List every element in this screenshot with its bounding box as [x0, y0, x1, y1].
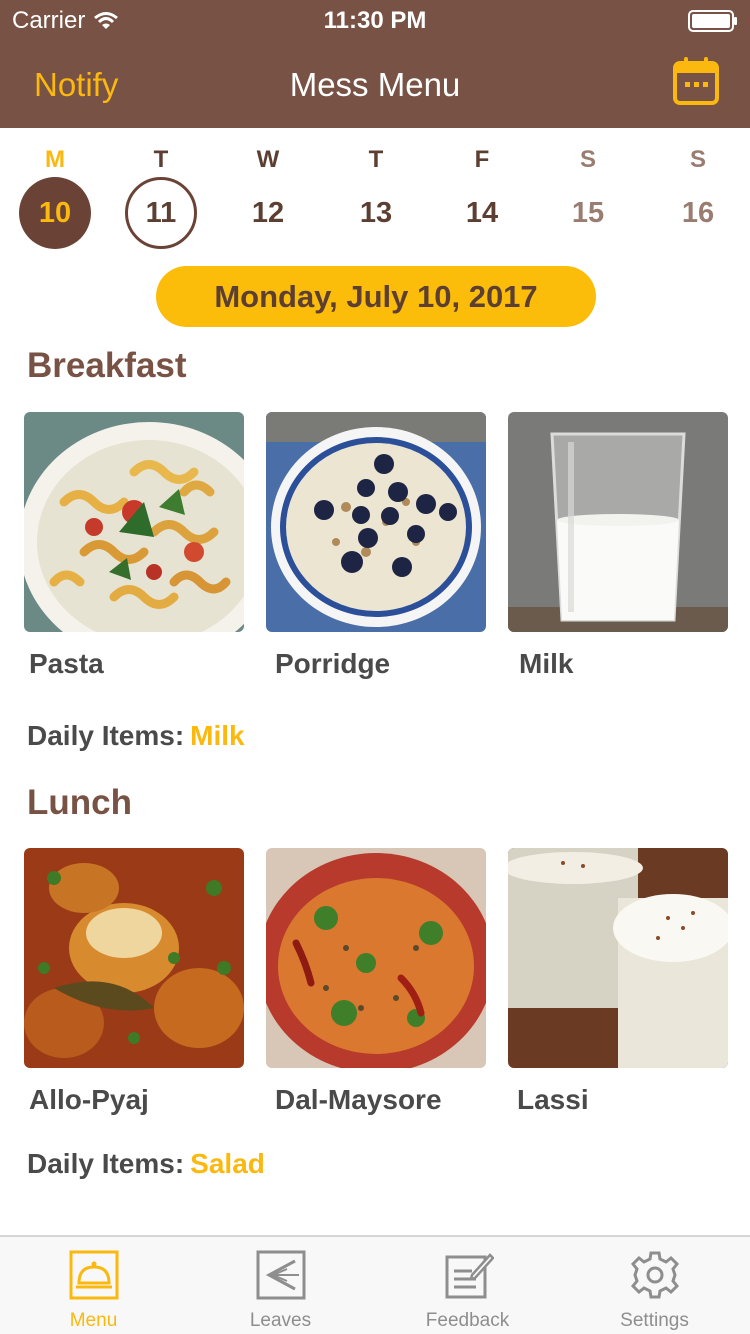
aloo-pyaj-photo[interactable] [24, 848, 244, 1068]
cloche-icon [69, 1250, 119, 1300]
dal-photo[interactable] [266, 848, 486, 1068]
food-name-pasta: Pasta [29, 648, 104, 679]
calendar-icon[interactable] [672, 56, 720, 106]
day-number: 11 [125, 177, 197, 249]
leave-arrow-icon [256, 1250, 306, 1300]
day-friday[interactable]: F 14 [442, 140, 522, 255]
tab-label: Menu [69, 1310, 118, 1331]
day-letter: S [689, 146, 706, 173]
milk-photo[interactable] [508, 412, 728, 632]
day-wednesday[interactable]: W 12 [228, 140, 308, 255]
day-number: 16 [681, 197, 715, 229]
day-letter: T [368, 146, 384, 173]
day-letter: T [153, 146, 169, 173]
day-saturday[interactable]: S 15 [548, 140, 628, 255]
daily-items-value: Milk [190, 720, 245, 751]
daily-items-label: Daily Items: [27, 720, 185, 751]
battery-icon [688, 10, 737, 32]
food-name-aloo-pyaj: Allo-Pyaj [29, 1084, 149, 1115]
breakfast-title: Breakfast [27, 346, 187, 385]
day-letter: M [45, 146, 65, 173]
food-name-milk: Milk [519, 648, 574, 679]
food-name-dal-maysore: Dal-Maysore [275, 1084, 442, 1115]
tab-label: Leaves [249, 1310, 312, 1331]
lassi-photo[interactable] [508, 848, 728, 1068]
day-tuesday[interactable]: T 11 [121, 140, 201, 255]
day-thursday[interactable]: T 13 [336, 140, 416, 255]
selected-date-label: Monday, July 10, 2017 [156, 266, 596, 327]
tab-feedback[interactable]: Feedback [374, 1237, 561, 1334]
pasta-photo[interactable] [24, 412, 244, 632]
tab-bar: Menu Leaves Feedback Settings [0, 1235, 750, 1334]
gear-icon [630, 1251, 680, 1299]
lunch-title: Lunch [27, 783, 132, 822]
day-number: 13 [359, 197, 393, 229]
food-name-porridge: Porridge [275, 648, 391, 679]
food-name-lassi: Lassi [517, 1084, 589, 1115]
porridge-photo[interactable] [266, 412, 486, 632]
tab-leaves[interactable]: Leaves [187, 1237, 374, 1334]
daily-items-label: Daily Items: [27, 1148, 185, 1179]
tab-label: Feedback [425, 1310, 510, 1331]
week-selector: M 10 T 11 W 12 T 13 F 14 S 15 S 16 [0, 140, 750, 255]
lunch-daily-items: Daily Items: Salad [27, 1148, 265, 1180]
breakfast-daily-items: Daily Items: Milk [27, 720, 245, 752]
day-letter: W [256, 146, 280, 173]
daily-items-value: Salad [190, 1148, 265, 1179]
day-number: 15 [571, 197, 605, 229]
day-number: 12 [251, 197, 285, 229]
day-number: 10 [19, 177, 91, 249]
day-letter: S [579, 146, 596, 173]
app-header: Carrier 11:30 PM Notify Mess Menu [0, 0, 750, 128]
day-number: 14 [465, 197, 499, 229]
tab-label: Settings [620, 1310, 689, 1331]
feedback-icon [445, 1253, 494, 1299]
navigation-bar: Notify Mess Menu [0, 40, 750, 128]
status-bar: Carrier 11:30 PM [0, 0, 750, 40]
page-title: Mess Menu [289, 66, 461, 103]
status-time: 11:30 PM [323, 7, 427, 34]
day-letter: F [474, 146, 490, 173]
day-sunday[interactable]: S 16 [658, 140, 738, 255]
tab-menu[interactable]: Menu [0, 1237, 187, 1334]
day-monday[interactable]: M 10 [15, 140, 95, 255]
tab-settings[interactable]: Settings [561, 1237, 748, 1334]
